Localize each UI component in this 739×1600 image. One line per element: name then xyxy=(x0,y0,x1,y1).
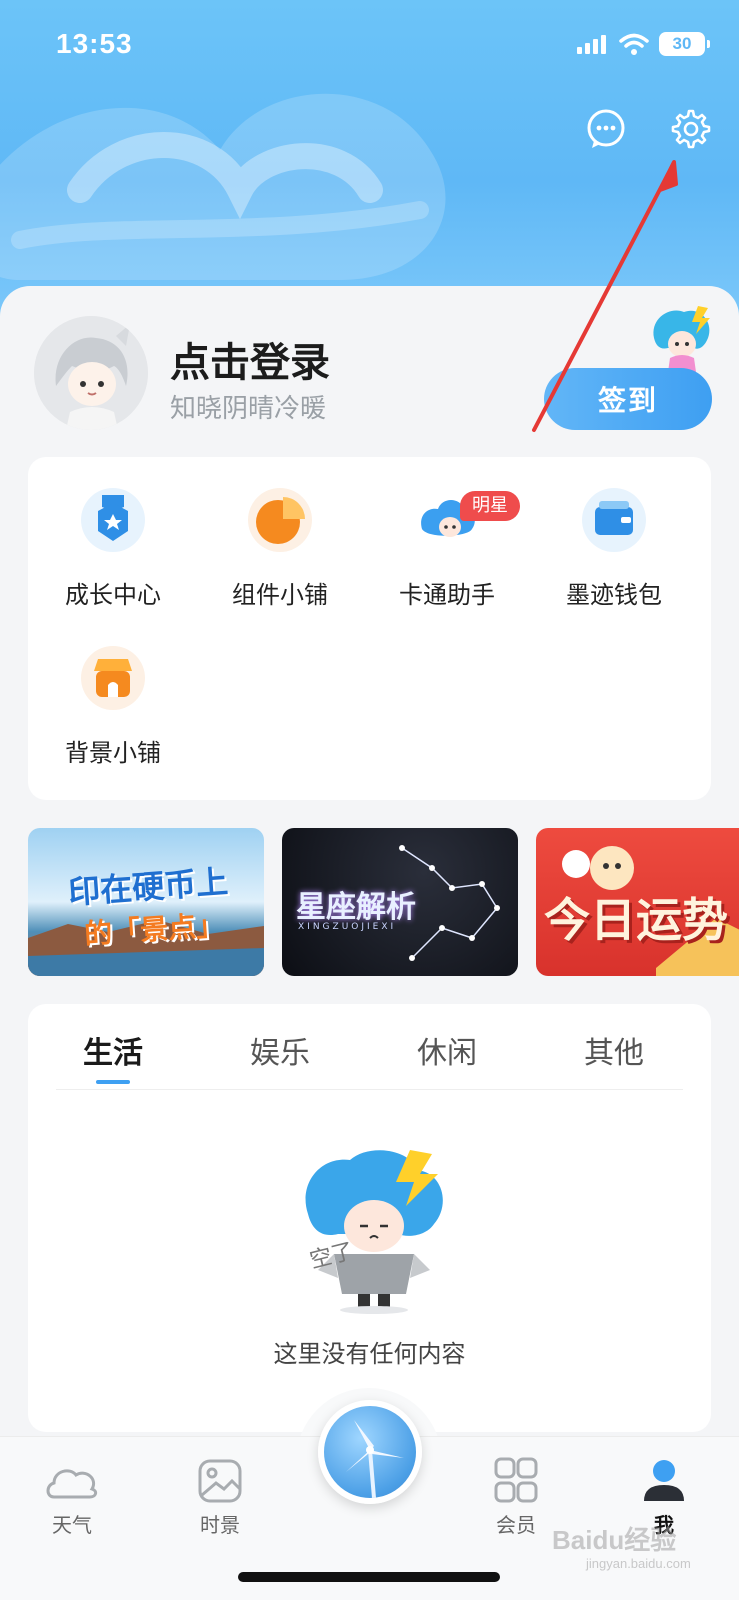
slogan-text: 知晓阴晴冷暖 xyxy=(170,394,327,424)
shop-icon xyxy=(81,646,145,710)
banner-horoscope[interactable]: 星座解析 XINGZUOJIEXI xyxy=(282,828,518,976)
message-icon[interactable] xyxy=(585,108,627,150)
banner-title: 星座解析 xyxy=(296,890,416,925)
feature-grid: 成长中心 组件小铺 卡通助手 明星 墨迹钱包 背景小铺 xyxy=(28,457,711,800)
tab-entertainment[interactable]: 娱乐 xyxy=(195,1028,365,1072)
feature-label: 墨迹钱包 xyxy=(566,581,662,609)
wind-turbine-icon xyxy=(346,1420,404,1498)
user-icon xyxy=(644,1460,684,1501)
mascot-icon xyxy=(653,306,710,372)
tab-life[interactable]: 生活 xyxy=(28,1028,198,1072)
empty-state-illustration: 空了 xyxy=(305,1150,443,1314)
tab-leisure[interactable]: 休闲 xyxy=(362,1028,532,1072)
active-tab-indicator xyxy=(96,1080,130,1084)
feature-label: 背景小铺 xyxy=(65,739,161,767)
avatar-illustration xyxy=(34,316,148,430)
tab-divider xyxy=(56,1089,683,1090)
feature-cartoon-assistant[interactable]: 卡通助手 xyxy=(362,457,532,609)
banner-daily-fortune[interactable]: 今日运势 xyxy=(536,828,739,976)
tab-other[interactable]: 其他 xyxy=(529,1028,699,1072)
feature-label: 卡通助手 xyxy=(399,581,495,609)
banner-carousel: 印在硬币上 的「景点」 星座解析 XINGZUOJIEXI 今日运势 xyxy=(28,828,739,976)
feature-widget-shop[interactable]: 组件小铺 xyxy=(195,457,365,609)
empty-state-text: 这里没有任何内容 xyxy=(273,1340,466,1368)
star-badge: 明星 xyxy=(460,491,520,521)
wifi-icon xyxy=(619,33,649,55)
wallet-icon xyxy=(582,488,646,552)
banner-subtitle: XINGZUOJIEXI xyxy=(298,922,397,932)
watermark-url: jingyan.baidu.com xyxy=(586,1556,691,1571)
nav-label: 会员 xyxy=(496,1513,536,1537)
checkin-button[interactable]: 签到 xyxy=(544,368,712,430)
feature-background-shop[interactable]: 背景小铺 xyxy=(28,615,198,767)
signal-icon xyxy=(577,35,606,54)
login-prompt[interactable]: 点击登录 xyxy=(170,330,330,388)
gear-icon[interactable] xyxy=(670,108,712,150)
watermark-brand: Baidu经验 xyxy=(552,1525,677,1555)
status-icons: 30 xyxy=(577,32,710,56)
battery-level: 30 xyxy=(672,34,692,53)
center-scene-button[interactable] xyxy=(318,1400,422,1504)
feature-label: 组件小铺 xyxy=(232,581,328,609)
nav-label: 天气 xyxy=(52,1513,92,1537)
battery-indicator: 30 xyxy=(659,32,710,56)
nav-scenery[interactable]: 时景 xyxy=(170,1457,270,1538)
pie-chart-icon xyxy=(248,488,312,552)
content-tabs-card: 生活 娱乐 休闲 其他 空了 这里没有任何内容 xyxy=(28,1004,711,1432)
grid-icon xyxy=(494,1457,538,1503)
image-icon xyxy=(198,1459,242,1503)
profile-section: 点击登录 知晓阴晴冷暖 签到 xyxy=(34,306,714,436)
feature-growth-center[interactable]: 成长中心 xyxy=(28,457,198,609)
nav-weather[interactable]: 天气 xyxy=(22,1457,122,1538)
nav-label: 时景 xyxy=(200,1513,240,1537)
banner-title: 今日运势 xyxy=(544,893,728,947)
medal-icon xyxy=(81,488,145,552)
status-time: 13:53 xyxy=(56,28,133,59)
banner-coin-sights[interactable]: 印在硬币上 的「景点」 xyxy=(28,828,264,976)
avatar[interactable] xyxy=(34,316,148,430)
feature-label: 成长中心 xyxy=(65,581,161,609)
status-bar: 13:53 30 xyxy=(0,0,739,90)
feature-wallet[interactable]: 墨迹钱包 xyxy=(529,457,699,609)
cloud-icon xyxy=(46,1469,98,1499)
home-indicator xyxy=(238,1572,500,1582)
nav-membership[interactable]: 会员 xyxy=(466,1457,566,1538)
